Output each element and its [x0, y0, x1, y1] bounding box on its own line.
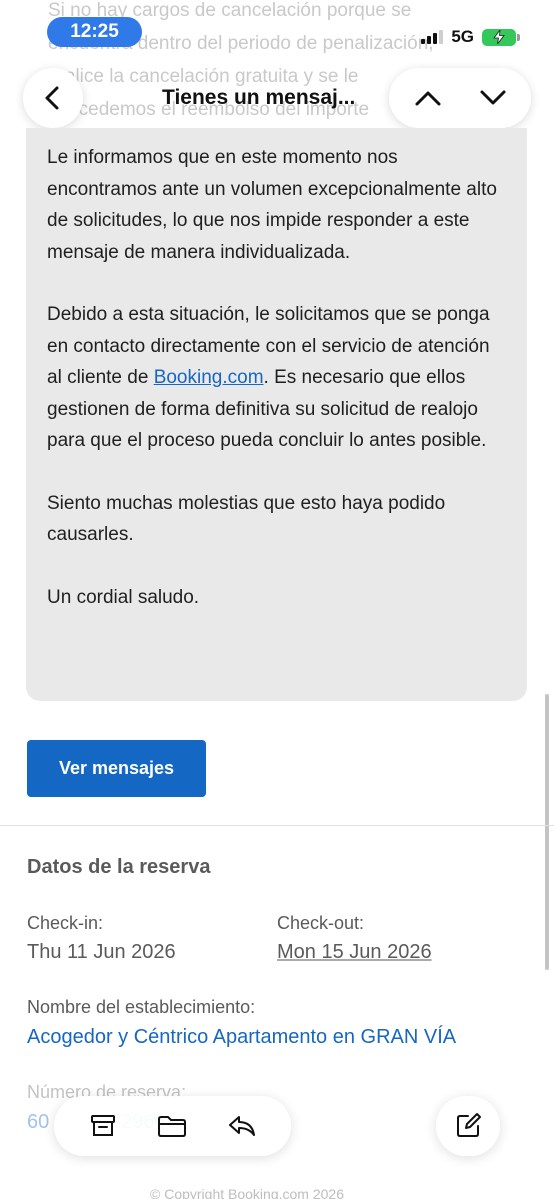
folder-icon — [158, 1116, 187, 1137]
divider — [0, 825, 554, 826]
compose-button[interactable] — [436, 1096, 500, 1156]
archive-button[interactable] — [79, 1102, 127, 1150]
chevron-up-icon — [415, 91, 440, 106]
page-title: Tienes un mensaj... — [162, 86, 356, 109]
compose-icon — [457, 1113, 481, 1137]
status-bar: 12:25 5G — [0, 0, 554, 62]
message-body: Le informamos que en este momento nos en… — [26, 128, 527, 701]
message-paragraph: Siento muchas molestias que esto haya po… — [47, 492, 446, 546]
reservation-number: 60 — [27, 1111, 50, 1133]
network-type: 5G — [451, 27, 474, 46]
message-paragraph: Un cordial saludo. — [47, 586, 200, 608]
checkout-value[interactable]: Mon 15 Jun 2026 — [277, 941, 432, 964]
checkin-label: Check-in: — [27, 913, 104, 933]
archive-icon — [90, 1115, 115, 1136]
back-button[interactable] — [23, 68, 83, 128]
footer-copyright: © Copyright Booking.com 2026 — [150, 1186, 344, 1199]
property-label: Nombre del establecimiento: — [27, 997, 256, 1017]
checkin-value: Thu 11 Jun 2026 — [27, 941, 176, 963]
chevron-down-icon — [480, 90, 505, 105]
battery-charging-icon — [482, 28, 520, 46]
message-navigation — [389, 68, 531, 128]
reply-icon — [229, 1116, 256, 1136]
property-link[interactable]: Acogedor y Céntrico Apartamento en GRAN … — [27, 1026, 456, 1049]
previous-message-button[interactable] — [403, 73, 453, 123]
view-messages-button[interactable]: Ver mensajes — [27, 740, 206, 797]
checkout-label: Check-out: — [277, 913, 365, 933]
status-time: 12:25 — [47, 17, 142, 47]
booking-section-title: Datos de la reserva — [27, 856, 211, 878]
booking-link[interactable]: Booking.com — [154, 367, 264, 388]
move-to-folder-button[interactable] — [148, 1102, 196, 1150]
message-paragraph: Le informamos que en este momento nos en… — [47, 147, 497, 263]
chevron-left-icon — [45, 86, 59, 110]
bottom-toolbar — [54, 1096, 291, 1156]
signal-strength-icon — [421, 30, 444, 44]
scrollbar[interactable] — [545, 694, 549, 970]
next-message-button[interactable] — [468, 73, 518, 123]
status-indicators: 5G — [421, 27, 520, 47]
reply-button[interactable] — [218, 1102, 266, 1150]
message-paragraph: Debido a esta situación, le solicitamos … — [47, 299, 507, 457]
